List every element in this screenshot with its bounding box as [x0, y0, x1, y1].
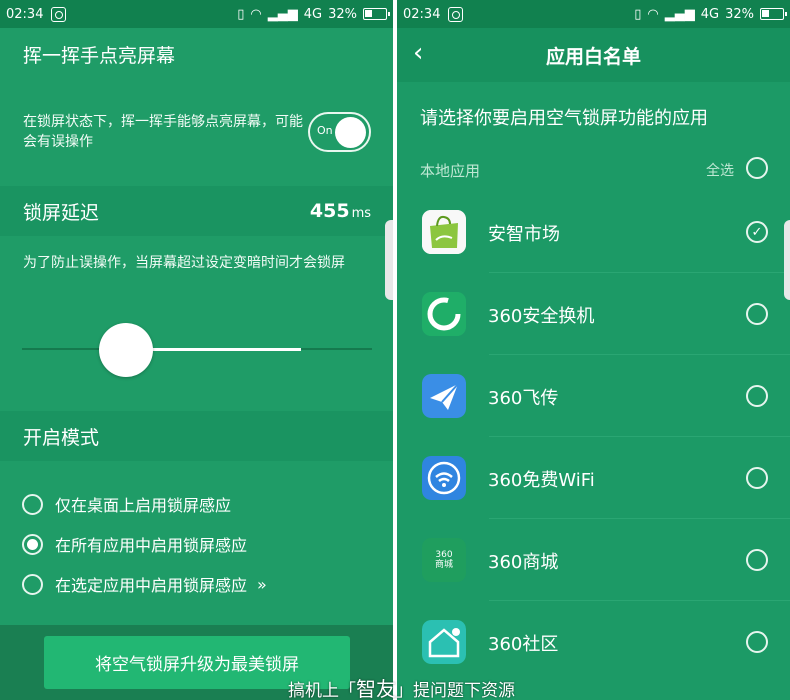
app-row-360-wifi[interactable]: 360免费WiFi [397, 437, 790, 519]
battery-icon [760, 8, 787, 20]
mode-section-title: 开启模式 [23, 426, 100, 449]
status-bar: 02:34 ▯ ◠ ▂▄▆ 4G 32% [0, 0, 393, 28]
app-whitelist-screen: 02:34 ▯ ◠ ▂▄▆ 4G 32% ‹ 应用白名单 请选择你要启用空气锁屏… [397, 0, 790, 700]
toggle-label: On [317, 124, 333, 137]
checkmark-icon[interactable]: ✓ [746, 221, 768, 243]
delay-value-display: 455 ms [310, 200, 371, 222]
anzhi-market-icon [422, 210, 466, 254]
watermark-text: 搞机上「智友」提问题下资源 [288, 673, 515, 700]
mode-option-selected-apps[interactable]: 在选定应用中启用锁屏感应 » [22, 572, 267, 596]
delay-value: 455 [309, 200, 350, 222]
app-row-360-feichuan[interactable]: 360飞传 [397, 355, 790, 437]
unchecked-radio[interactable] [746, 303, 768, 325]
mode-option-desktop[interactable]: 仅在桌面上启用锁屏感应 [22, 492, 231, 516]
radio-button-selected[interactable] [22, 533, 43, 555]
mode-option-label: 在选定应用中启用锁屏感应 [55, 576, 248, 595]
unchecked-radio[interactable] [746, 549, 768, 571]
app-row-360-mall[interactable]: 360 商城 360商城 [397, 519, 790, 601]
select-all-radio[interactable] [746, 157, 768, 179]
vibrate-icon: ▯ [237, 6, 245, 22]
watermark-prefix: 搞机上「 [288, 681, 356, 700]
app-name: 360商城 [488, 552, 559, 573]
select-all-label[interactable]: 全选 [706, 160, 734, 180]
mode-option-label: 在所有应用中启用锁屏感应 [55, 536, 248, 555]
app-name: 360安全换机 [488, 306, 595, 327]
title-bar: ‹ 应用白名单 [397, 28, 790, 82]
double-chevron-right-icon[interactable]: » [257, 575, 267, 594]
wifi-icon: ◠ [250, 6, 262, 22]
status-time: 02:34 [6, 6, 44, 22]
page-title: 应用白名单 [545, 45, 641, 68]
app-name: 安智市场 [488, 224, 560, 245]
battery-icon [363, 8, 390, 20]
app-name: 360社区 [488, 634, 559, 655]
status-time: 02:34 [403, 6, 441, 22]
mode-option-all-apps[interactable]: 在所有应用中启用锁屏感应 [22, 532, 247, 556]
mode-option-label: 仅在桌面上启用锁屏感应 [55, 496, 232, 515]
watermark-suffix: 」提问题下资源 [396, 681, 515, 700]
radio-button[interactable] [22, 493, 43, 515]
wave-description: 在锁屏状态下，挥一挥手能够点亮屏幕，可能会有误操作 [23, 114, 303, 150]
delay-description: 为了防止误操作，当屏幕超过设定变暗时间才会锁屏 [23, 255, 345, 271]
toggle-knob [335, 117, 366, 148]
battery-percent: 32% [328, 6, 357, 22]
delay-slider-knob[interactable] [99, 323, 153, 377]
wave-toggle[interactable]: On [308, 112, 371, 152]
app-notification-icon [51, 6, 67, 22]
edge-handle[interactable] [385, 220, 393, 300]
app-notification-icon [448, 6, 464, 22]
status-bar: 02:34 ▯ ◠ ▂▄▆ 4G 32% [397, 0, 790, 28]
vibrate-icon: ▯ [634, 6, 642, 22]
360-wifi-icon [422, 456, 466, 500]
360-feichuan-icon [422, 374, 466, 418]
signal-icon: ▂▄▆ [267, 6, 298, 22]
radio-button[interactable] [22, 573, 43, 595]
watermark-brand: 智友 [356, 677, 396, 700]
signal-icon: ▂▄▆ [664, 6, 695, 22]
edge-handle[interactable] [784, 220, 790, 300]
app-name: 360免费WiFi [488, 470, 595, 491]
back-chevron-icon[interactable]: ‹ [413, 38, 423, 68]
unchecked-radio[interactable] [746, 467, 768, 489]
delay-unit: ms [351, 206, 371, 221]
360-switch-icon [422, 292, 466, 336]
app-row-360-community[interactable]: 360社区 [397, 601, 790, 683]
battery-percent: 32% [725, 6, 754, 22]
360-mall-icon: 360 商城 [422, 538, 466, 582]
lock-settings-screen: 02:34 ▯ ◠ ▂▄▆ 4G 32% 挥一挥手点亮屏幕 在锁屏状态下，挥一挥… [0, 0, 393, 700]
local-apps-label: 本地应用 [420, 162, 481, 180]
network-type: 4G [700, 6, 720, 22]
app-row-anzhi[interactable]: 安智市场 ✓ [397, 191, 790, 273]
wifi-icon: ◠ [647, 6, 659, 22]
select-prompt: 请选择你要启用空气锁屏功能的应用 [420, 108, 708, 129]
360-community-icon [422, 620, 466, 664]
app-name: 360飞传 [488, 388, 559, 409]
app-row-360-switch[interactable]: 360安全换机 [397, 273, 790, 355]
network-type: 4G [303, 6, 323, 22]
unchecked-radio[interactable] [746, 631, 768, 653]
wave-section-title: 挥一挥手点亮屏幕 [0, 28, 393, 80]
unchecked-radio[interactable] [746, 385, 768, 407]
